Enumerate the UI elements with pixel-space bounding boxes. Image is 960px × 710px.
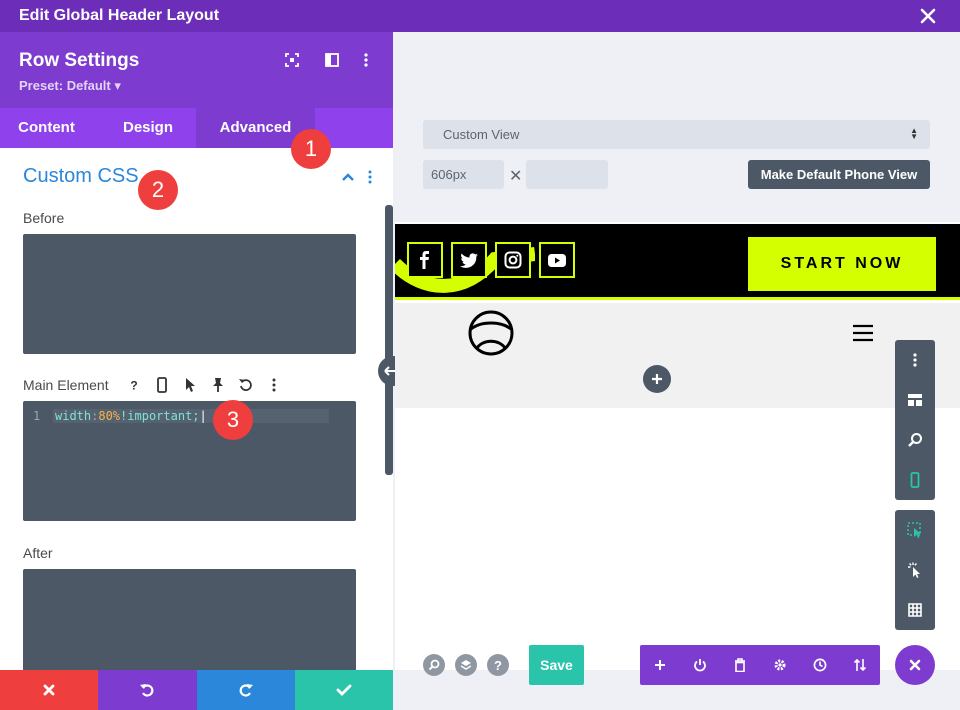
discard-button[interactable] [0,670,99,710]
phone-view-icon[interactable] [895,460,935,500]
before-label: Before [23,210,65,226]
twitter-icon[interactable] [451,242,487,278]
tab-design[interactable]: Design [100,108,196,148]
sort-icon[interactable] [840,645,880,685]
line-number: 1 [33,409,41,423]
mobile-icon[interactable] [151,374,173,396]
more-options-icon[interactable] [358,52,374,68]
main-element-label: Main Element [23,377,109,393]
add-row-button[interactable] [643,365,671,393]
help-icon[interactable]: ? [123,374,145,396]
select-arrows-icon: ▲ ▼ [910,126,918,141]
search-icon[interactable] [423,654,445,676]
main-element-toolbar: ? [123,374,285,394]
undo-button[interactable] [98,670,197,710]
preset-dropdown[interactable]: Preset: Default ▾ [19,78,121,94]
save-button[interactable]: Save [529,645,584,685]
window-title: Edit Global Header Layout [19,7,220,24]
view-select[interactable]: Custom View ▲ ▼ [423,120,930,149]
panel-footer [0,670,393,710]
settings-tabs: Content Design Advanced [0,108,393,148]
close-builder-button[interactable] [895,645,935,685]
history-icon[interactable] [800,645,840,685]
power-icon[interactable] [680,645,720,685]
code-line: 1 width:80%!important;| [33,409,329,423]
layers-icon[interactable] [455,654,477,676]
select-element-icon[interactable] [895,510,935,550]
close-icon[interactable] [918,6,938,26]
logo-icon[interactable] [467,309,515,357]
panel-scrollbar[interactable] [385,205,393,475]
wireframe-icon[interactable] [895,380,935,420]
redo-icon [239,684,253,697]
facebook-icon[interactable] [407,242,443,278]
make-default-phone-view-button[interactable]: Make Default Phone View [748,160,930,189]
add-icon[interactable] [640,645,680,685]
undo-icon [140,684,154,697]
header-top-bar: START NOW [395,224,960,300]
panel-title: Row Settings [19,50,140,71]
check-icon [336,684,352,696]
section-title[interactable]: Custom CSS [23,165,139,188]
youtube-icon[interactable] [539,242,575,278]
reset-icon[interactable] [235,374,257,396]
close-x-icon [909,659,921,671]
edit-toolbar [895,510,935,630]
gear-icon[interactable] [760,645,800,685]
css-value: 80% [98,409,121,423]
panel-header: Row Settings Preset: Default ▾ [0,32,393,108]
step-badge-1: 1 [291,129,331,169]
field-more-icon[interactable] [263,374,285,396]
top-bar: Edit Global Header Layout [0,0,960,32]
css-property: width [55,409,92,423]
hamburger-menu-icon[interactable] [852,324,874,342]
header-nav-row [395,303,960,408]
split-view-icon[interactable] [324,52,340,68]
view-toolbar [895,340,935,500]
trash-icon[interactable] [720,645,760,685]
after-label: After [23,545,53,561]
plus-icon [652,374,662,384]
help-button[interactable]: ? [487,654,509,676]
instagram-icon[interactable] [495,242,531,278]
width-input[interactable]: 606px [423,160,504,189]
css-important: !important; [120,409,200,423]
tab-content[interactable]: Content [0,108,93,148]
apply-button[interactable] [294,670,393,710]
view-select-value: Custom View [443,127,520,142]
page-toolbar [640,645,880,685]
step-badge-3: 3 [213,400,253,440]
grid-icon[interactable] [895,590,935,630]
fullscreen-icon[interactable] [284,52,300,68]
svg-text:?: ? [130,379,137,393]
preview-canvas: START NOW [395,222,960,670]
x-icon [43,684,55,696]
toolbar-more-icon[interactable] [895,340,935,380]
pin-icon[interactable] [207,374,229,396]
height-input[interactable] [526,160,608,189]
hover-cursor-icon[interactable] [179,374,201,396]
section-more-icon[interactable] [364,168,376,186]
main-element-css-editor[interactable]: 1 width:80%!important;| [23,401,356,521]
dimension-x: ✕ [509,168,523,185]
start-now-button[interactable]: START NOW [748,237,936,291]
settings-panel: Row Settings Preset: Default ▾ Content D… [0,32,393,710]
redo-button[interactable] [196,670,295,710]
before-css-editor[interactable] [23,234,356,354]
zoom-icon[interactable] [895,420,935,460]
click-mode-icon[interactable] [895,550,935,590]
step-badge-2: 2 [138,170,178,210]
after-css-editor[interactable] [23,569,356,679]
chevron-up-icon[interactable] [340,170,356,184]
